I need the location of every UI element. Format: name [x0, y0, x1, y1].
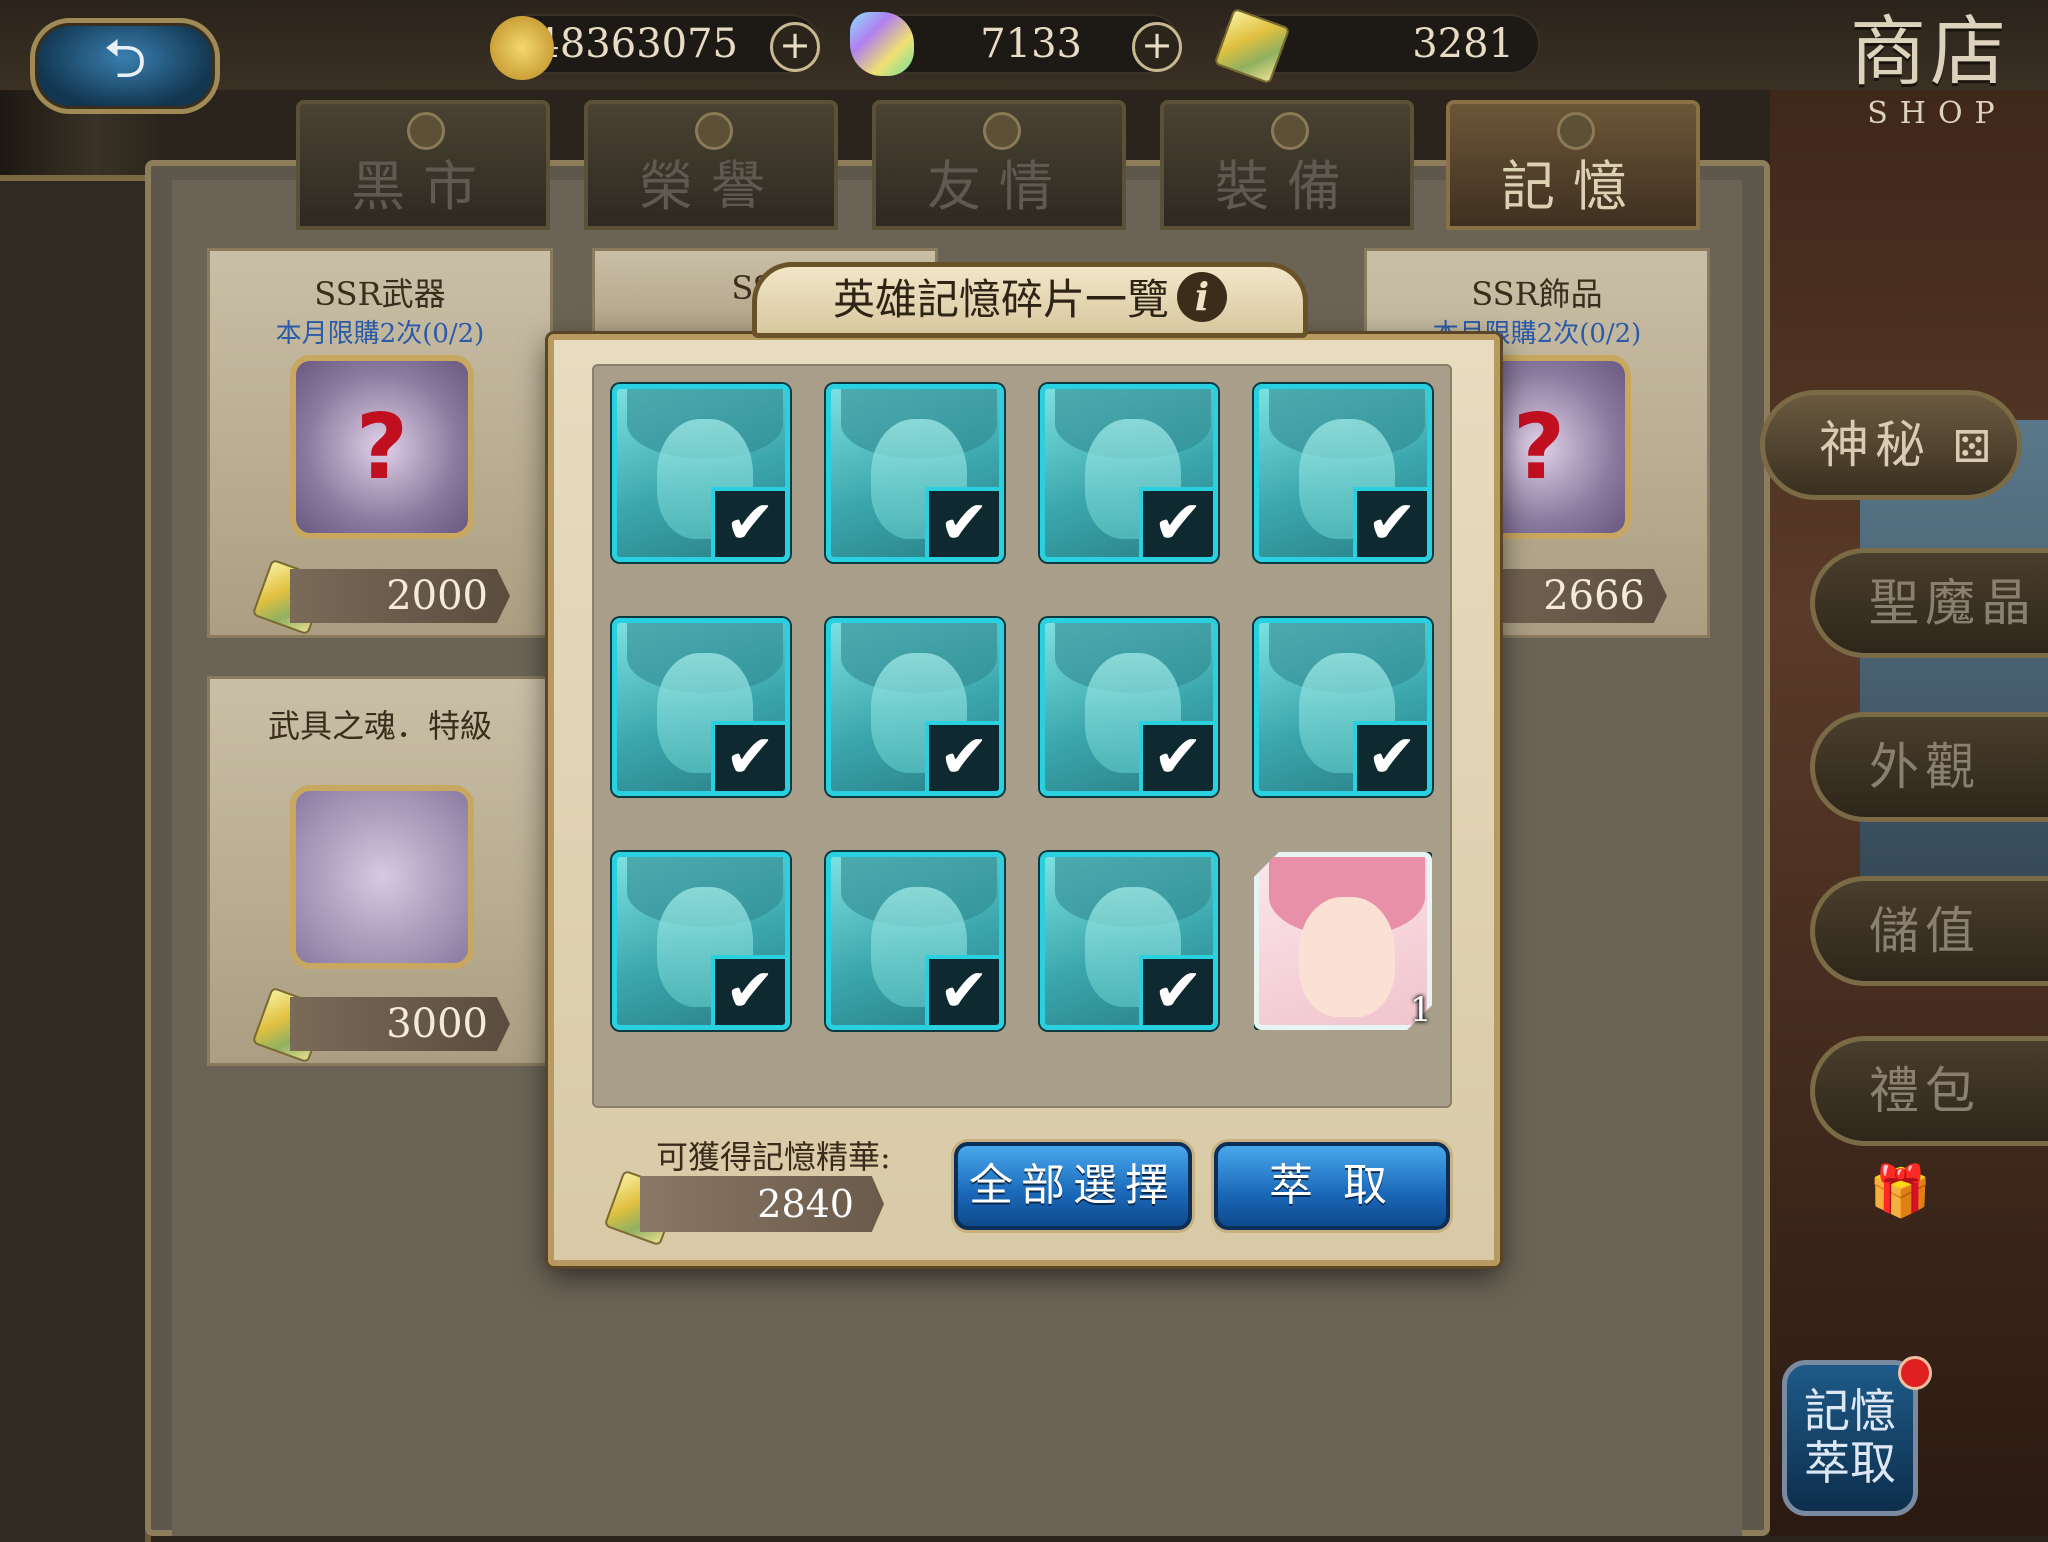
side-menu-label: 禮包 — [1869, 1062, 1981, 1120]
tab-memory[interactable]: 記憶 — [1446, 100, 1700, 230]
side-menu-mystery[interactable]: 神秘 ⚄ — [1760, 390, 2022, 500]
checkmark-icon: ✔ — [1353, 721, 1427, 791]
coin-icon — [490, 16, 554, 80]
side-menu-gift-pack[interactable]: 禮包 🎁 — [1810, 1036, 2048, 1220]
tab-knob — [1557, 112, 1595, 150]
fragment-slot[interactable]: ✔ — [612, 384, 790, 562]
item-title: 武具之魂．特級 — [267, 707, 492, 745]
fragment-slot[interactable]: ✔ — [1040, 852, 1218, 1030]
dialog-title-plate: 英雄記憶碎片一覽 i — [752, 262, 1308, 338]
fragment-slot[interactable]: ✔ — [1040, 384, 1218, 562]
gift-icon: 🎁 — [1869, 1162, 1938, 1220]
side-menu-label: 神秘 — [1819, 416, 1931, 474]
side-menu-label: 儲值 — [1869, 902, 1981, 960]
notification-dot — [1898, 1356, 1932, 1390]
essence-value: 2840 — [640, 1176, 884, 1232]
checkmark-icon: ✔ — [925, 721, 999, 791]
info-icon[interactable]: i — [1177, 272, 1227, 322]
gems-value: 7133 — [980, 21, 1082, 67]
tab-knob — [983, 112, 1021, 150]
side-menu-holy-crystal[interactable]: 聖魔晶 — [1810, 548, 2048, 658]
tab-honor[interactable]: 榮譽 — [584, 100, 838, 230]
portrait-face — [1299, 897, 1395, 1017]
checkmark-icon: ✔ — [925, 955, 999, 1025]
fragment-slot[interactable]: ✔ — [612, 618, 790, 796]
checkmark-icon: ✔ — [711, 721, 785, 791]
fragment-slot-unselected[interactable] — [1254, 852, 1432, 1030]
rainbow-gem-icon — [850, 12, 914, 76]
tab-label: 裝備 — [1215, 155, 1359, 218]
shop-title: 商店 — [1850, 7, 2010, 96]
back-button[interactable]: ⮌ — [30, 18, 220, 114]
shop-item-weapon-soul[interactable]: 武具之魂．特級 3000 — [207, 676, 553, 1066]
checkmark-icon: ✔ — [711, 955, 785, 1025]
crystals-value: 3281 — [1412, 21, 1514, 67]
side-menu-label: 外觀 — [1869, 738, 1981, 796]
essence-label: 可獲得記憶精華: — [656, 1138, 891, 1176]
fragment-slot[interactable]: ✔ — [826, 618, 1004, 796]
fragment-slot[interactable]: ✔ — [612, 852, 790, 1030]
tab-label: 榮譽 — [639, 155, 783, 218]
fragment-slot[interactable]: ✔ — [1254, 618, 1432, 796]
checkmark-icon: ✔ — [925, 487, 999, 557]
item-title: SSR武器 — [314, 275, 446, 313]
back-arrow-icon: ⮌ — [103, 27, 147, 90]
memory-extract-label: 記憶萃取 — [1804, 1384, 1896, 1490]
tab-knob — [695, 112, 733, 150]
left-side-panel — [0, 175, 151, 1542]
fragment-slot[interactable]: ✔ — [1254, 384, 1432, 562]
add-coins-button[interactable]: + — [770, 22, 820, 72]
checkmark-icon: ✔ — [1353, 487, 1427, 557]
item-price: 2000 — [290, 569, 510, 623]
tab-knob — [407, 112, 445, 150]
dice-icon: ⚄ — [1952, 422, 1998, 473]
fragment-slot[interactable]: ✔ — [1040, 618, 1218, 796]
side-menu-label: 聖魔晶 — [1869, 574, 2037, 632]
fragment-slot[interactable]: ✔ — [826, 384, 1004, 562]
dialog-title: 英雄記憶碎片一覽 — [832, 275, 1169, 324]
extract-button[interactable]: 萃 取 — [1214, 1142, 1450, 1230]
checkmark-icon: ✔ — [1139, 721, 1213, 791]
checkmark-icon: ✔ — [1139, 487, 1213, 557]
weapon-soul-icon — [290, 785, 474, 969]
select-all-button[interactable]: 全部選擇 — [954, 1142, 1192, 1230]
side-menu-topup[interactable]: 儲值 — [1810, 876, 2048, 986]
item-title: SSR飾品 — [1471, 275, 1603, 313]
tab-knob — [1271, 112, 1309, 150]
memory-extract-button[interactable]: 記憶萃取 — [1782, 1360, 1918, 1516]
fragment-slot[interactable]: ✔ — [826, 852, 1004, 1030]
fragment-count: 1 — [1410, 990, 1432, 1030]
purchase-limit: 本月限購2次(0/2) — [275, 319, 485, 349]
shop-subtitle: SHOP — [1867, 96, 2007, 131]
tab-label: 黑市 — [351, 155, 495, 218]
tab-label: 友情 — [927, 155, 1071, 218]
tab-friendship[interactable]: 友情 — [872, 100, 1126, 230]
shop-item-ssr-weapon[interactable]: SSR武器 本月限購2次(0/2) ? 2000 — [207, 248, 553, 638]
tab-label: 記憶 — [1501, 155, 1645, 218]
item-price: 3000 — [290, 997, 510, 1051]
side-menu-appearance[interactable]: 外觀 — [1810, 712, 2048, 822]
add-gems-button[interactable]: + — [1132, 22, 1182, 72]
tab-equipment[interactable]: 裝備 — [1160, 100, 1414, 230]
mystery-weapon-icon: ? — [290, 355, 474, 539]
checkmark-icon: ✔ — [1139, 955, 1213, 1025]
tab-black-market[interactable]: 黑市 — [296, 100, 550, 230]
checkmark-icon: ✔ — [711, 487, 785, 557]
